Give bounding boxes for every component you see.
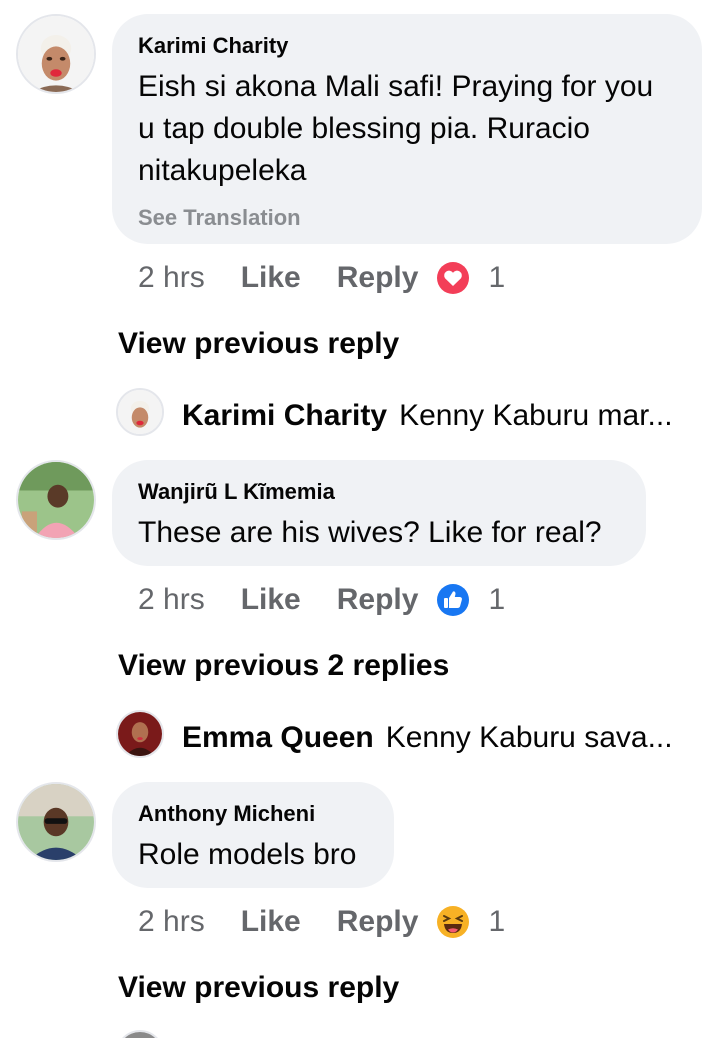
comment-author[interactable]: Wanjirũ L Kĩmemia — [138, 478, 620, 506]
comment-actions: 2 hrs Like Reply 1 — [138, 580, 505, 620]
avatar-emma-queen-image — [118, 712, 162, 756]
avatar[interactable] — [16, 460, 96, 540]
like-reaction-icon[interactable] — [436, 583, 470, 617]
comment-author[interactable]: Anthony Micheni — [138, 800, 368, 828]
view-previous-replies-link[interactable]: View previous 2 replies — [118, 646, 449, 686]
avatar[interactable] — [16, 782, 96, 862]
comment-timestamp[interactable]: 2 hrs — [138, 261, 205, 295]
reply-avatar[interactable] — [116, 710, 164, 758]
reply-author[interactable]: Emma Queen — [182, 721, 374, 755]
reply-preview[interactable]: Karimi Charity Kenny Kaburu mar... — [182, 392, 690, 440]
reply-preview[interactable]: Emma Queen Kenny Kaburu sava... — [182, 714, 690, 762]
reply-text: Kenny Kaburu mar... — [399, 399, 673, 432]
like-button[interactable]: Like — [241, 261, 301, 295]
reply-avatar[interactable] — [116, 1030, 164, 1038]
reaction-count[interactable]: 1 — [488, 261, 505, 295]
haha-reaction-icon[interactable] — [436, 905, 470, 939]
comment-actions: 2 hrs Like Reply 1 — [138, 258, 505, 298]
comment-timestamp[interactable]: 2 hrs — [138, 905, 205, 939]
comment-text: Eish si akona Mali safi! Praying for you… — [138, 70, 654, 187]
comment-actions: 2 hrs Like Reply 1 — [138, 902, 505, 942]
avatar-karimi-charity-small-image — [118, 390, 162, 434]
avatar-partial-image — [118, 1032, 162, 1038]
avatar-wanjiru-image — [18, 462, 94, 538]
comment-bubble[interactable]: Wanjirũ L Kĩmemia These are his wives? L… — [112, 460, 646, 566]
like-button[interactable]: Like — [241, 905, 301, 939]
comment-timestamp[interactable]: 2 hrs — [138, 583, 205, 617]
reply-button[interactable]: Reply — [337, 583, 419, 617]
comment-text: These are his wives? Like for real? — [138, 516, 602, 549]
comment-text: Role models bro — [138, 838, 357, 871]
love-reaction-icon[interactable] — [436, 261, 470, 295]
reply-button[interactable]: Reply — [337, 905, 419, 939]
comment-bubble[interactable]: Karimi Charity Eish si akona Mali safi! … — [112, 14, 702, 244]
view-previous-replies-link[interactable]: View previous reply — [118, 324, 399, 364]
reaction-count[interactable]: 1 — [488, 905, 505, 939]
reply-author[interactable]: Karimi Charity — [182, 399, 387, 433]
avatar-karimi-charity-image — [18, 16, 94, 92]
avatar-anthony-micheni-image — [18, 784, 94, 860]
reply-button[interactable]: Reply — [337, 261, 419, 295]
reaction-count[interactable]: 1 — [488, 583, 505, 617]
see-translation-link[interactable]: See Translation — [138, 204, 676, 232]
like-button[interactable]: Like — [241, 583, 301, 617]
view-previous-replies-link[interactable]: View previous reply — [118, 968, 399, 1008]
reply-text: Kenny Kaburu sava... — [385, 721, 673, 754]
reply-avatar[interactable] — [116, 388, 164, 436]
comment-bubble[interactable]: Anthony Micheni Role models bro — [112, 782, 394, 888]
comment-author[interactable]: Karimi Charity — [138, 32, 676, 60]
avatar[interactable] — [16, 14, 96, 94]
